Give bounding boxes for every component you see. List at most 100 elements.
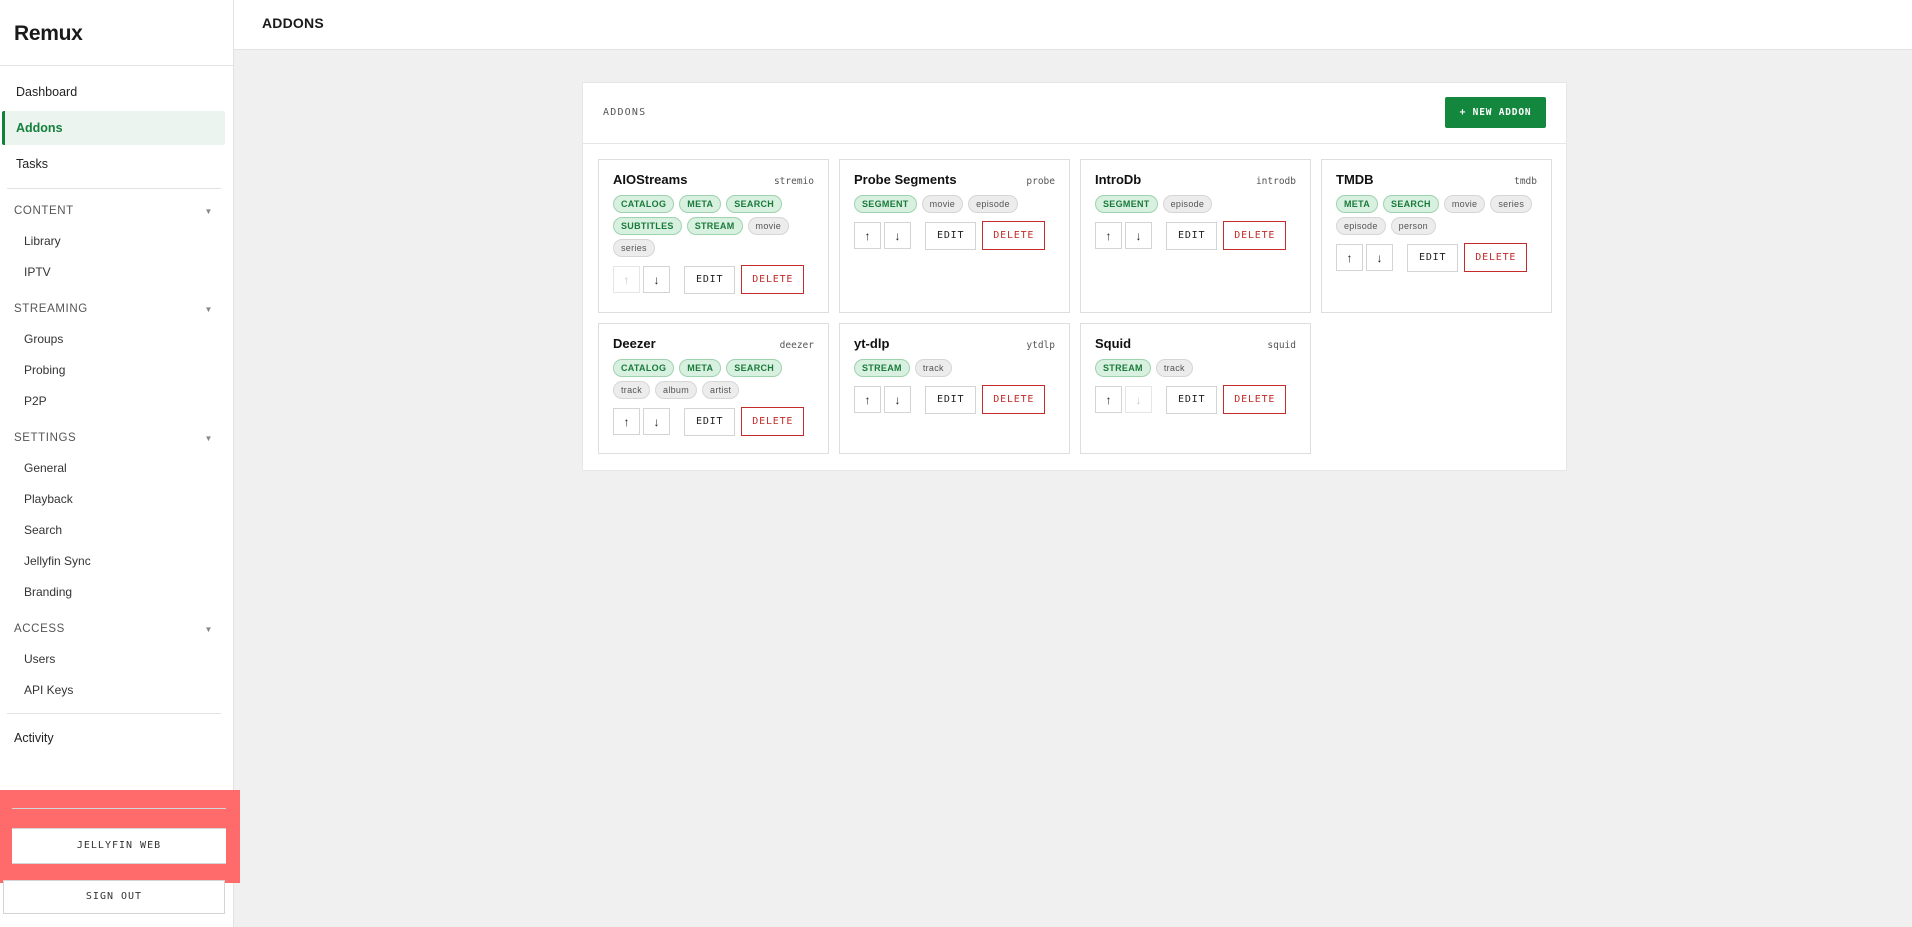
addons-panel: ADDONS + NEW ADDON AIOStreams stremio CATA… xyxy=(582,82,1567,471)
edit-button[interactable]: EDIT xyxy=(684,407,736,436)
move-up-icon[interactable]: ↑ xyxy=(854,386,881,413)
type-badge: series xyxy=(1490,195,1533,213)
delete-button[interactable]: DELETE xyxy=(982,221,1046,250)
new-addon-button[interactable]: + NEW ADDON xyxy=(1445,97,1546,128)
addon-tags: META SEARCH movie series episode person xyxy=(1336,195,1537,235)
addon-tags: SEGMENT episode xyxy=(1095,195,1296,213)
delete-button[interactable]: DELETE xyxy=(741,407,805,436)
move-up-icon[interactable]: ↑ xyxy=(1095,222,1122,249)
addon-card: TMDB tmdb META SEARCH movie series episode pers… xyxy=(1321,159,1552,313)
addon-tags: STREAM track xyxy=(854,359,1055,377)
sidebar-section-access[interactable]: ACCESS ▼ xyxy=(0,614,233,644)
edit-button[interactable]: EDIT xyxy=(684,265,736,294)
sidebar-item-dashboard[interactable]: Dashboard xyxy=(2,75,225,109)
move-down-icon[interactable]: ↓ xyxy=(884,386,911,413)
edit-button[interactable]: EDIT xyxy=(1407,243,1459,272)
sidebar-item-probing[interactable]: Probing xyxy=(0,355,233,386)
sidebar-section-settings[interactable]: SETTINGS ▼ xyxy=(0,423,233,453)
sidebar-item-search[interactable]: Search xyxy=(0,515,233,546)
addon-id: tmdb xyxy=(1514,176,1537,187)
delete-button[interactable]: DELETE xyxy=(982,385,1046,414)
move-down-icon[interactable]: ↓ xyxy=(1366,244,1393,271)
capability-badge: CATALOG xyxy=(613,195,675,213)
sidebar-item-general[interactable]: General xyxy=(0,453,233,484)
sidebar-item-activity[interactable]: Activity xyxy=(0,721,233,755)
sidebar-item-users[interactable]: Users xyxy=(0,644,233,675)
top-bar: ADDONS xyxy=(234,0,1912,50)
edit-button[interactable]: EDIT xyxy=(925,221,977,250)
jellyfin-web-button[interactable]: JELLYFIN WEB xyxy=(12,828,226,864)
move-up-icon[interactable]: ↑ xyxy=(1095,386,1122,413)
type-badge: track xyxy=(1155,359,1193,377)
divider xyxy=(12,808,226,809)
type-badge: movie xyxy=(747,217,790,235)
capability-badge: SEGMENT xyxy=(1095,195,1158,213)
card-header: Squid squid xyxy=(1095,336,1296,351)
card-header: Deezer deezer xyxy=(613,336,814,351)
addon-name: Deezer xyxy=(613,336,656,351)
chevron-down-icon: ▼ xyxy=(204,624,213,634)
addon-id: stremio xyxy=(773,176,814,187)
type-badge: series xyxy=(613,239,655,257)
edit-button[interactable]: EDIT xyxy=(1166,385,1218,414)
card-header: Probe Segments probe xyxy=(854,172,1055,187)
delete-button[interactable]: DELETE xyxy=(741,265,805,294)
move-down-icon[interactable]: ↓ xyxy=(884,222,911,249)
delete-button[interactable]: DELETE xyxy=(1223,385,1287,414)
move-down-icon[interactable]: ↓ xyxy=(643,408,670,435)
addon-actions: ↑ ↓ EDIT DELETE xyxy=(1336,243,1537,272)
edit-button[interactable]: EDIT xyxy=(925,385,977,414)
chevron-down-icon: ▼ xyxy=(204,433,213,443)
sidebar-item-addons[interactable]: Addons xyxy=(2,111,225,145)
sidebar-item-tasks[interactable]: Tasks xyxy=(2,147,225,181)
chevron-down-icon: ▼ xyxy=(204,304,213,314)
delete-button[interactable]: DELETE xyxy=(1464,243,1528,272)
move-up-icon[interactable]: ↑ xyxy=(1336,244,1363,271)
app-brand: Remux xyxy=(0,0,233,66)
move-up-icon[interactable]: ↑ xyxy=(854,222,881,249)
capability-badge: META xyxy=(1336,195,1379,213)
edit-button[interactable]: EDIT xyxy=(1166,221,1218,250)
card-header: yt-dlp ytdlp xyxy=(854,336,1055,351)
addon-tags: CATALOG META SEARCH SUBTITLES STREAM movie ser… xyxy=(613,195,814,257)
type-badge: track xyxy=(914,359,952,377)
sidebar-item-iptv[interactable]: IPTV xyxy=(0,257,233,288)
addon-grid: AIOStreams stremio CATALOG META SEARCH SUBTIT… xyxy=(598,159,1552,454)
card-header: IntroDb introdb xyxy=(1095,172,1296,187)
sidebar-item-p2p[interactable]: P2P xyxy=(0,386,233,417)
addon-tags: CATALOG META SEARCH track album artist xyxy=(613,359,814,399)
move-up-icon[interactable]: ↑ xyxy=(613,408,640,435)
sidebar-item-api-keys[interactable]: API Keys xyxy=(0,675,233,706)
sidebar-section-streaming[interactable]: STREAMING ▼ xyxy=(0,294,233,324)
type-badge: person xyxy=(1390,217,1436,235)
section-label: ACCESS xyxy=(14,623,65,635)
divider xyxy=(7,188,221,189)
type-badge: movie xyxy=(921,195,964,213)
sidebar-section-content[interactable]: CONTENT ▼ xyxy=(0,196,233,226)
divider xyxy=(7,713,221,714)
sign-out-button[interactable]: SIGN OUT xyxy=(3,880,225,914)
capability-badge: META xyxy=(679,359,722,377)
capability-badge: SEARCH xyxy=(726,195,783,213)
page-title: ADDONS xyxy=(262,15,324,31)
addon-card: IntroDb introdb SEGMENT episode ↑ ↓ EDIT DELETE xyxy=(1080,159,1311,313)
move-down-icon[interactable]: ↓ xyxy=(643,266,670,293)
addon-tags: SEGMENT movie episode xyxy=(854,195,1055,213)
type-badge: episode xyxy=(1336,217,1386,235)
chevron-down-icon: ▼ xyxy=(204,206,213,216)
addon-id: introdb xyxy=(1255,176,1296,187)
sidebar-item-jellyfin-sync[interactable]: Jellyfin Sync xyxy=(0,546,233,577)
addon-card: yt-dlp ytdlp STREAM track ↑ ↓ EDIT DELETE xyxy=(839,323,1070,454)
capability-badge: STREAM xyxy=(1095,359,1151,377)
sidebar-item-groups[interactable]: Groups xyxy=(0,324,233,355)
capability-badge: SEARCH xyxy=(1383,195,1439,213)
capability-badge: SEGMENT xyxy=(854,195,917,213)
move-down-icon[interactable]: ↓ xyxy=(1125,222,1152,249)
sidebar-item-library[interactable]: Library xyxy=(0,226,233,257)
type-badge: album xyxy=(655,381,698,399)
addon-card: Deezer deezer CATALOG META SEARCH track album a… xyxy=(598,323,829,454)
delete-button[interactable]: DELETE xyxy=(1223,221,1287,250)
sidebar-item-playback[interactable]: Playback xyxy=(0,484,233,515)
sidebar-item-branding[interactable]: Branding xyxy=(0,577,233,608)
type-badge: episode xyxy=(1162,195,1213,213)
